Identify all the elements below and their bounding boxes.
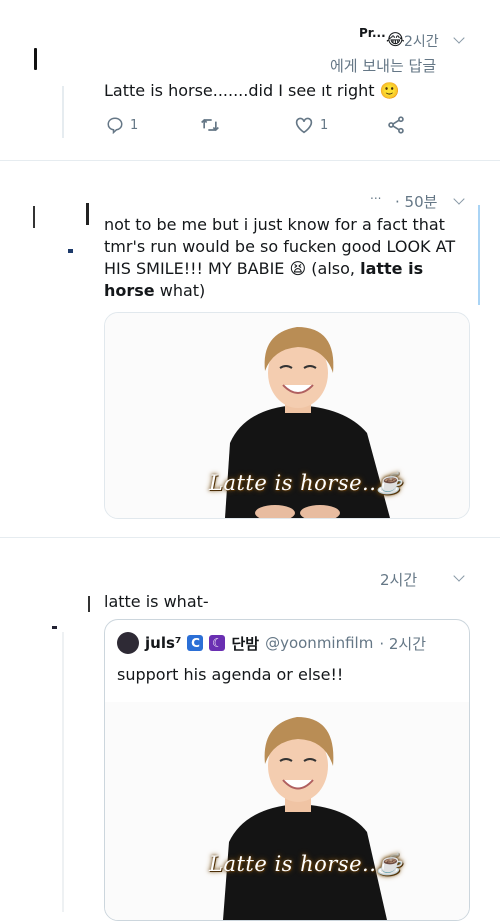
- more-chevron-icon[interactable]: [453, 32, 465, 44]
- left-edge-dot: [68, 249, 73, 253]
- media-caption: Latte is horse..☕: [209, 471, 404, 495]
- author-name[interactable]: juls⁷: [145, 634, 181, 652]
- author-handle[interactable]: @yoonminfilm: [265, 634, 373, 652]
- tweet-1[interactable]: Pr... 😂 2시간 에게 보내는 답글 Latte is horse....…: [0, 0, 500, 160]
- avatar[interactable]: [117, 632, 139, 654]
- media-caption: Latte is horse..☕: [209, 852, 404, 876]
- share-action[interactable]: [386, 116, 406, 134]
- author-partial[interactable]: Pr...: [359, 26, 386, 40]
- more-chevron-icon[interactable]: [453, 570, 465, 582]
- emoji-laugh: 😂: [386, 30, 405, 49]
- reply-action[interactable]: 1: [106, 116, 138, 134]
- quote-media[interactable]: Latte is horse..☕: [105, 702, 469, 920]
- text-line: tmr's run would be so fucken good LOOK A…: [104, 237, 456, 256]
- left-edge-mark: [86, 203, 89, 225]
- retweet-icon: [201, 118, 219, 132]
- text-bold: horse: [104, 281, 155, 300]
- reply-to-label[interactable]: 에게 보내는 답글: [330, 55, 436, 76]
- media-image: [105, 702, 469, 920]
- quoted-tweet[interactable]: juls⁷ C ☾ 단밤 @yoonminfilm · 2시간 support …: [104, 619, 470, 921]
- c-badge-icon: C: [187, 635, 204, 651]
- text-segment: what): [159, 281, 206, 300]
- reply-count: 1: [130, 117, 139, 133]
- quote-header[interactable]: juls⁷ C ☾ 단밤 @yoonminfilm · 2시간: [117, 632, 426, 654]
- left-edge-mark: [33, 206, 35, 228]
- tweet-3[interactable]: 2시간 latte is what- juls⁷ C ☾ 단밤 @yoonmin…: [0, 538, 500, 921]
- tweet-2[interactable]: ... · 50분 not to be me but i just know f…: [0, 161, 500, 536]
- left-edge-mark: [88, 596, 90, 612]
- left-edge-mark: [34, 48, 37, 70]
- text-line: horse what): [104, 280, 474, 302]
- tweet-media[interactable]: Latte is horse..☕: [104, 312, 470, 519]
- tired-emoji: 😫: [289, 259, 307, 278]
- more-chevron-icon[interactable]: [453, 193, 465, 205]
- text-bold: latte is: [360, 259, 424, 278]
- tweet-text: latte is what-: [104, 592, 209, 611]
- tweet-time[interactable]: · 50분: [395, 191, 437, 212]
- tweet-text-content: Latte is horse.......did I see ıt right: [104, 81, 375, 100]
- smile-emoji: 🙂: [379, 81, 400, 100]
- like-count: 1: [320, 117, 329, 133]
- share-icon: [388, 116, 404, 134]
- dots: ...: [370, 188, 382, 202]
- left-edge-dot: [52, 626, 57, 629]
- tweet-time[interactable]: 2시간: [404, 31, 439, 51]
- text-line: HIS SMILE!!! MY BABIE 😫 (also, latte is: [104, 258, 474, 280]
- heart-icon: [295, 117, 313, 134]
- tweet-text: not to be me but i just know for a fact …: [104, 214, 474, 302]
- reply-icon: [107, 117, 123, 134]
- thread-line: [62, 86, 64, 138]
- quote-text: support his agenda or else!!: [117, 665, 344, 684]
- thread-line: [62, 632, 64, 912]
- thread-line: [478, 205, 480, 305]
- retweet-action[interactable]: [200, 116, 220, 134]
- text-line: not to be me but i just know for a fact …: [104, 215, 445, 234]
- author-korean-name[interactable]: 단밤: [231, 633, 259, 654]
- moon-badge-icon: ☾: [209, 635, 226, 651]
- text-segment: HIS SMILE!!! MY BABIE: [104, 259, 285, 278]
- like-action[interactable]: 1: [294, 116, 328, 134]
- tweet-time[interactable]: 2시간: [380, 569, 417, 590]
- text-segment: (also,: [311, 259, 355, 278]
- tweet-text: Latte is horse.......did I see ıt right …: [104, 80, 400, 102]
- quote-time[interactable]: · 2시간: [379, 633, 426, 654]
